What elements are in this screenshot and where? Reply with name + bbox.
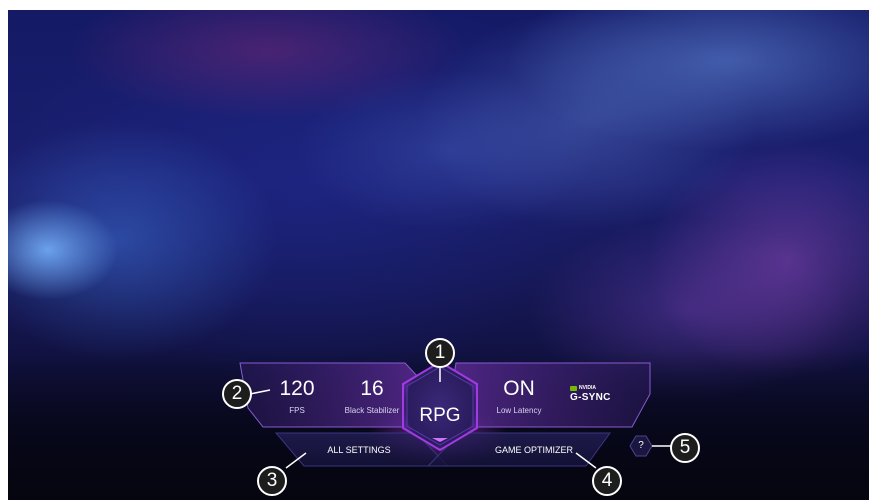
game-optimizer-button[interactable]: GAME OPTIMIZER — [474, 445, 594, 455]
fps-value: 120 — [279, 377, 315, 400]
black-stabilizer-label: Black Stabilizer — [344, 406, 400, 415]
game-screen: 120 FPS 16 Black Stabilizer RPG ON Low L… — [8, 10, 869, 500]
gsync-badge: NVIDIA G-SYNC — [570, 385, 620, 413]
genre-label[interactable]: RPG — [414, 405, 466, 427]
nvidia-brand: NVIDIA — [579, 385, 596, 391]
low-latency-value: ON — [503, 377, 535, 400]
right-info-panel — [452, 362, 651, 428]
gsync-label: G-SYNC — [570, 392, 611, 403]
all-settings-button[interactable]: ALL SETTINGS — [304, 445, 414, 455]
marker-1: 1 — [425, 338, 455, 368]
nvidia-eye-icon — [570, 385, 577, 391]
marker-2: 2 — [222, 379, 252, 409]
game-dashboard: 120 FPS 16 Black Stabilizer RPG ON Low L… — [8, 10, 869, 500]
marker-3: 3 — [257, 466, 287, 496]
marker-4: 4 — [592, 466, 622, 496]
black-stabilizer-value: 16 — [360, 377, 384, 400]
help-button[interactable]: ? — [631, 440, 651, 451]
low-latency-label: Low Latency — [496, 406, 542, 415]
fps-label: FPS — [289, 406, 305, 415]
marker-5: 5 — [670, 433, 700, 463]
